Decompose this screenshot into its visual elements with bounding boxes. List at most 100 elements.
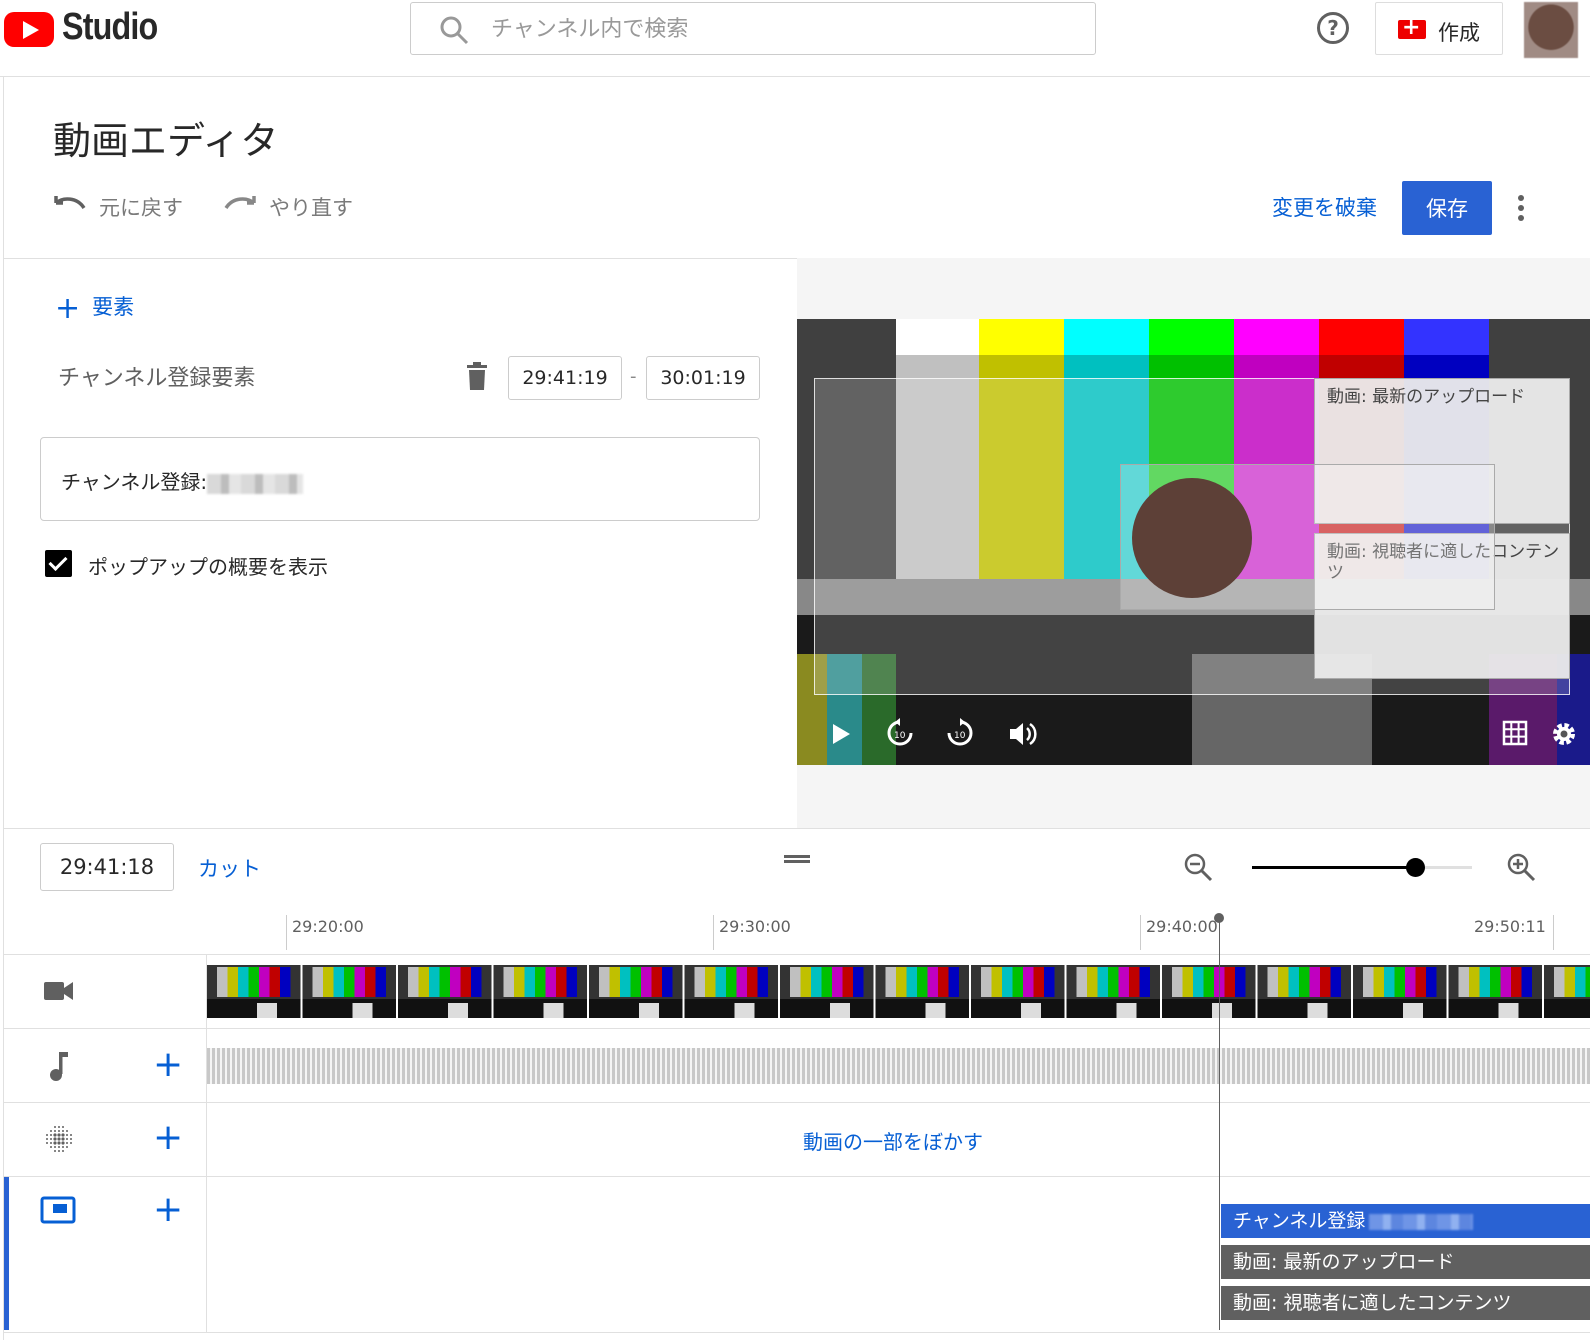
end-element-subscribe[interactable]: チャンネル登録 (1221, 1204, 1590, 1238)
blur-icon-dot (66, 1134, 68, 1136)
grid-icon[interactable] (1502, 720, 1528, 746)
element-name: チャンネル登録要素 (58, 366, 256, 391)
blur-icon-dot (54, 1146, 56, 1148)
video-thumbnail (207, 965, 301, 1018)
blurred-channel-name (1369, 1213, 1474, 1230)
video-thumbnail (1544, 965, 1590, 1018)
blur-icon-dot (61, 1137, 65, 1141)
tick-label: 29:20:00 (292, 917, 364, 936)
search-input[interactable] (491, 13, 1051, 45)
rewind-10-icon[interactable]: 10 (885, 718, 915, 748)
add-blur-button[interactable]: + (153, 1120, 183, 1156)
blur-icon-dot (54, 1126, 56, 1128)
blur-icon-dot (62, 1126, 64, 1128)
lane-divider (4, 1176, 1590, 1177)
add-audio-button[interactable]: + (153, 1047, 183, 1083)
zoom-slider[interactable] (1252, 858, 1472, 877)
blur-icon-dot (53, 1133, 57, 1137)
video-thumbnail (589, 965, 683, 1018)
youtube-logo-icon[interactable] (4, 12, 54, 47)
tick-line (1140, 915, 1141, 950)
end-element-latest-upload[interactable]: 動画: 最新のアップロード (1221, 1245, 1590, 1279)
blur-icon-dot (70, 1138, 72, 1140)
blur-icon-dot (58, 1150, 60, 1152)
redo-label: やり直す (269, 196, 353, 220)
blur-icon-dot (50, 1130, 52, 1132)
video-track[interactable] (207, 965, 1590, 1018)
end-screen-icon (40, 1196, 76, 1224)
create-video-icon (1398, 15, 1426, 40)
blur-icon-dot (61, 1133, 65, 1137)
audio-track[interactable] (207, 1048, 1590, 1084)
drag-handle-icon[interactable] (784, 855, 810, 863)
play-icon[interactable] (830, 722, 852, 746)
blur-icon-dot (54, 1130, 56, 1132)
blur-icon-dot (66, 1146, 68, 1148)
blur-icon-dot (57, 1137, 61, 1141)
blur-icon-dot (54, 1150, 56, 1152)
add-element-label: 要素 (92, 295, 135, 319)
video-thumbnail (780, 965, 874, 1018)
zoom-in-icon[interactable] (1506, 852, 1536, 882)
video-thumbnail (302, 965, 396, 1018)
blur-icon (46, 1126, 72, 1152)
blur-icon-dot (50, 1142, 52, 1144)
search-box[interactable] (410, 2, 1096, 55)
create-button[interactable]: 作成 (1375, 2, 1503, 55)
blur-icon-dot (50, 1138, 52, 1140)
element-text-field[interactable]: チャンネル登録: (40, 437, 760, 521)
search-icon (440, 16, 469, 45)
end-time-field[interactable]: 30:01:19 (646, 356, 760, 400)
playhead-handle[interactable] (1214, 913, 1224, 923)
tick-label: 29:30:00 (719, 917, 791, 936)
lane-divider (4, 1102, 1590, 1103)
video-thumbnail (398, 965, 492, 1018)
blur-icon-dot (46, 1142, 48, 1144)
tick-line (713, 915, 714, 950)
trash-icon[interactable] (466, 362, 488, 390)
blur-part-link[interactable]: 動画の一部をぼかす (803, 1126, 983, 1155)
cut-button[interactable]: カット (198, 853, 261, 883)
more-options-icon[interactable] (1518, 195, 1524, 221)
blur-icon-dot (58, 1126, 60, 1128)
end-element-suited-content[interactable]: 動画: 視聴者に適したコンテンツ (1221, 1286, 1590, 1320)
add-element-button[interactable]: + 要素 (55, 287, 135, 326)
current-time-field[interactable]: 29:41:18 (40, 843, 174, 891)
time-separator: - (630, 366, 637, 387)
save-button[interactable]: 保存 (1402, 181, 1492, 235)
latest-upload-card-title: 動画: 最新のアップロード (1327, 387, 1526, 407)
video-thumbnail (1066, 965, 1160, 1018)
studio-logo-text[interactable]: Studio (62, 6, 158, 49)
avatar[interactable] (1524, 2, 1578, 58)
timeline-divider (4, 828, 1590, 829)
video-camera-icon (44, 982, 73, 1000)
music-note-icon (50, 1052, 68, 1081)
active-lane-indicator (4, 1177, 9, 1330)
zoom-slider-knob[interactable] (1405, 858, 1425, 877)
video-thumbnail (1162, 965, 1256, 1018)
blur-icon-dot (62, 1130, 64, 1132)
undo-label: 元に戻す (99, 196, 183, 220)
redo-icon (224, 196, 256, 210)
lane-divider (4, 1028, 1590, 1029)
blur-icon-dot (57, 1133, 61, 1137)
show-popup-checkbox[interactable] (45, 550, 72, 577)
zoom-out-icon[interactable] (1183, 852, 1213, 882)
blur-icon-dot (62, 1150, 64, 1152)
undo-icon (54, 196, 86, 210)
video-thumbnail (1353, 965, 1447, 1018)
volume-icon[interactable] (1008, 720, 1038, 748)
tick-label: 29:50:11 (1474, 917, 1546, 936)
svg-text:10: 10 (954, 731, 966, 741)
add-end-screen-button[interactable]: + (153, 1192, 183, 1228)
show-popup-label: ポップアップの概要を表示 (88, 555, 328, 579)
playhead[interactable] (1219, 918, 1220, 1330)
start-time-field[interactable]: 29:41:19 (508, 356, 622, 400)
help-icon[interactable]: ? (1317, 12, 1349, 44)
discard-changes-button[interactable]: 変更を破棄 (1272, 192, 1377, 222)
video-thumbnail (875, 965, 969, 1018)
settings-gear-icon[interactable] (1550, 720, 1578, 748)
video-thumbnail (493, 965, 587, 1018)
create-label: 作成 (1438, 21, 1480, 45)
forward-10-icon[interactable]: 10 (945, 718, 975, 748)
